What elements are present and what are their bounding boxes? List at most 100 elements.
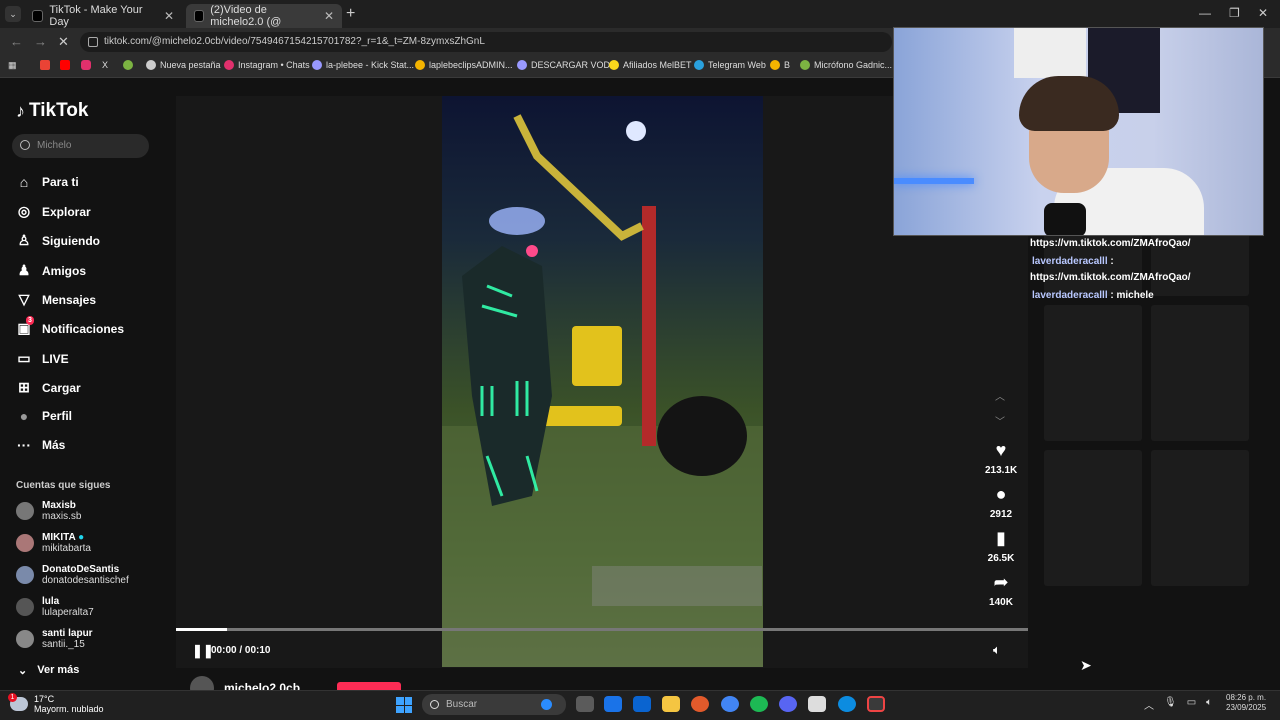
minimize-icon[interactable]: — xyxy=(1199,6,1211,20)
sidebar-item-para-ti[interactable]: ⌂ Para ti xyxy=(16,174,79,190)
browser-tab-video[interactable]: (2)Video de michelo2.0 (@ ✕ xyxy=(186,4,342,28)
windows-start-icon[interactable] xyxy=(396,697,412,713)
sidebar-item-live[interactable]: ▭ LIVE xyxy=(16,350,68,367)
bookmark-microfono-gadnic[interactable]: Micrófono Gadnic... xyxy=(800,60,892,70)
xbox-icon[interactable] xyxy=(123,60,133,70)
following-account[interactable]: lula lulaperalta7 xyxy=(16,596,94,618)
cloud-icon: 1 xyxy=(8,693,28,711)
spotify-icon[interactable] xyxy=(750,696,768,712)
avatar xyxy=(16,502,34,520)
search-input[interactable]: Michelo xyxy=(12,134,149,158)
share-button[interactable]: ➦ 140K xyxy=(985,572,1017,608)
related-video-thumb[interactable] xyxy=(1151,305,1249,441)
chat-message: laverdaderacalll : michele xyxy=(1032,290,1154,301)
bookmark-afiliados-melbet[interactable]: Afiliados MelBET xyxy=(609,60,692,70)
video-frame[interactable] xyxy=(442,96,763,667)
chat-message: https://vm.tiktok.com/ZMAfroQao/ xyxy=(1030,238,1191,249)
globe-icon xyxy=(146,60,156,70)
sidebar-item-mas[interactable]: ··· Más xyxy=(16,437,65,453)
shop-icon xyxy=(800,60,810,70)
notifications-icon: ▣ 3 xyxy=(17,316,34,336)
heart-icon: ♥ xyxy=(995,440,1007,460)
tab-search-button[interactable]: ⌄ xyxy=(5,6,21,22)
streamer-hair xyxy=(1019,76,1119,131)
bookmark-button[interactable]: ▮ 26.5K xyxy=(985,528,1017,564)
related-video-thumb[interactable] xyxy=(1044,450,1142,586)
volume-icon[interactable]: 🔈︎ xyxy=(993,642,1001,658)
bookmark-nueva-pestana[interactable]: Nueva pestaña xyxy=(146,60,221,70)
task-view-icon[interactable] xyxy=(576,696,594,712)
edge-icon[interactable] xyxy=(838,696,856,712)
new-tab-button[interactable]: + xyxy=(346,5,355,23)
following-heading: Cuentas que sigues xyxy=(16,480,111,491)
site-info-icon[interactable] xyxy=(88,37,98,47)
comment-button[interactable]: ● 2912 xyxy=(985,484,1017,520)
bookmark-b[interactable]: B xyxy=(770,60,790,70)
url-field[interactable]: tiktok.com/@michelo2.0cb/video/754946715… xyxy=(80,32,892,52)
close-tab-icon[interactable]: ✕ xyxy=(324,9,334,23)
outlook-icon[interactable] xyxy=(633,696,651,712)
system-tray[interactable]: ︿ 🎙︎ ▭ 🔈︎ xyxy=(1144,697,1212,712)
sidebar-item-perfil[interactable]: ● Perfil xyxy=(16,408,72,424)
close-window-icon[interactable]: ✕ xyxy=(1258,6,1268,20)
video-author-row[interactable]: michelo2.0cb xyxy=(190,676,300,690)
sidebar-item-siguiendo[interactable]: ♙ Siguiendo xyxy=(16,232,100,249)
speaker-icon[interactable]: 🔈︎ xyxy=(1206,697,1212,712)
related-video-thumb[interactable] xyxy=(1151,450,1249,586)
tab-title: TikTok - Make Your Day xyxy=(49,4,143,28)
video-progress-bar[interactable] xyxy=(176,628,1028,631)
close-tab-icon[interactable]: ✕ xyxy=(164,9,174,23)
like-button[interactable]: ♥ 213.1K xyxy=(985,440,1017,476)
see-more-button[interactable]: ⌄ Ver más xyxy=(18,664,79,677)
apps-grid-icon[interactable]: ▦ xyxy=(8,60,17,71)
instagram-icon[interactable] xyxy=(81,60,91,70)
browser-tab-tiktok[interactable]: TikTok - Make Your Day ✕ xyxy=(24,4,182,28)
sidebar-item-explorar[interactable]: ◎ Explorar xyxy=(16,203,91,220)
following-account[interactable]: DonatoDeSantis donatodesantischef xyxy=(16,564,129,586)
back-icon[interactable]: ← xyxy=(10,34,23,49)
weather-widget[interactable]: 1 17°C Mayorm. nublado xyxy=(8,693,104,714)
chevron-up-icon[interactable]: ︿ xyxy=(995,388,1005,403)
copilot-icon xyxy=(541,699,552,710)
youtube-icon[interactable] xyxy=(60,60,70,70)
avatar xyxy=(16,566,34,584)
microphone-icon[interactable]: 🎙︎ xyxy=(1164,697,1177,712)
sidebar-item-amigos[interactable]: ♟ Amigos xyxy=(16,262,86,279)
app-icon[interactable] xyxy=(808,696,826,712)
live-icon: ▭ xyxy=(17,350,31,366)
store-icon[interactable] xyxy=(604,696,622,712)
chrome-icon[interactable] xyxy=(721,696,739,712)
following-account[interactable]: Maxisb maxis.sb xyxy=(16,500,81,522)
following-account[interactable]: MIKITA ● mikitabarta xyxy=(16,532,91,554)
restore-icon[interactable]: ❐ xyxy=(1229,6,1240,20)
video-scene-image xyxy=(442,114,763,667)
chevron-down-icon[interactable]: ﹀ xyxy=(995,413,1005,428)
network-icon[interactable]: ▭ xyxy=(1187,697,1196,712)
file-explorer-icon[interactable] xyxy=(662,696,680,712)
avatar xyxy=(16,534,34,552)
gmail-icon[interactable] xyxy=(40,60,50,70)
bookmark-descargar-vods[interactable]: DESCARGAR VODS xyxy=(517,60,616,70)
related-video-thumb[interactable] xyxy=(1044,305,1142,441)
tab-title: (2)Video de michelo2.0 (@ xyxy=(210,4,282,28)
follow-button[interactable] xyxy=(337,682,401,690)
bookmark-laplebeclips-admin[interactable]: laplebeclipsADMIN... xyxy=(415,60,513,70)
sidebar-item-notificaciones[interactable]: ▣ 3 Notificaciones xyxy=(16,316,124,337)
author-name: michelo2.0cb xyxy=(224,681,301,690)
app-icon[interactable] xyxy=(691,696,709,712)
stop-loading-icon[interactable]: ✕ xyxy=(58,34,69,50)
bookmark-la-plebee-kick[interactable]: la-plebee - Kick Stat... xyxy=(312,60,414,70)
x-icon[interactable]: X xyxy=(102,60,108,70)
following-account[interactable]: santi lapur santii._15 xyxy=(16,628,93,650)
sidebar-item-cargar[interactable]: ⊞ Cargar xyxy=(16,379,81,396)
forward-icon[interactable]: → xyxy=(34,34,47,49)
taskbar-search-input[interactable]: Buscar xyxy=(422,694,566,715)
sidebar-item-mensajes[interactable]: ▽ Mensajes xyxy=(16,291,96,308)
taskbar-clock[interactable]: 08:26 p. m. 23/09/2025 xyxy=(1226,693,1266,713)
app-icon[interactable] xyxy=(867,696,885,712)
tiktok-logo[interactable]: ♪ TikTok xyxy=(16,100,88,122)
bookmark-telegram-web[interactable]: Telegram Web xyxy=(694,60,766,70)
tray-overflow-icon[interactable]: ︿ xyxy=(1144,697,1154,712)
discord-icon[interactable] xyxy=(779,696,797,712)
bookmark-instagram-chats[interactable]: Instagram • Chats xyxy=(224,60,310,70)
